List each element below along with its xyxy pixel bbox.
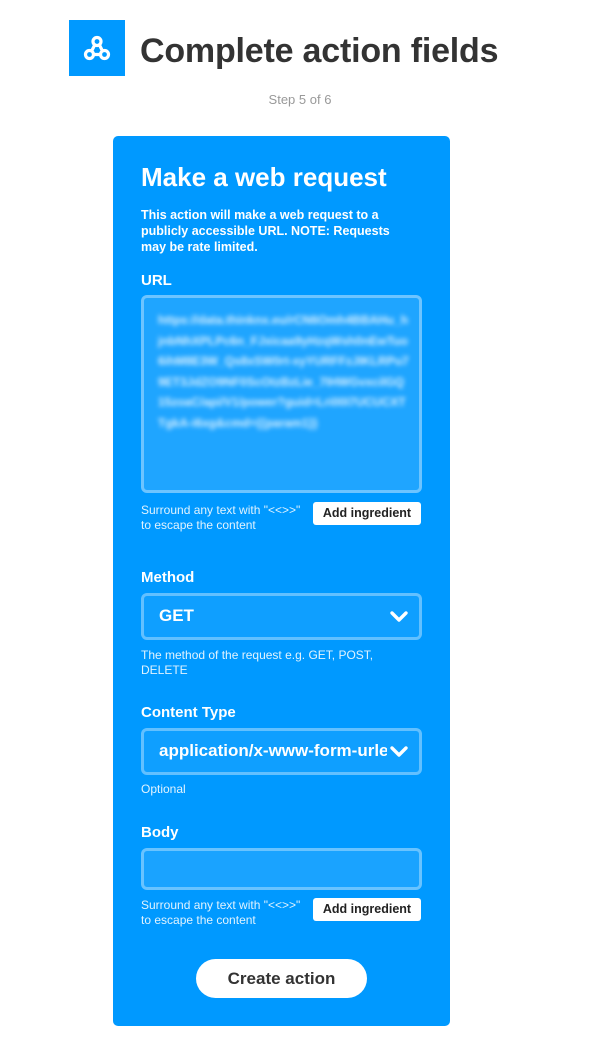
content-type-help-text: Optional xyxy=(141,782,186,796)
method-help-text: The method of the request e.g. GET, POST… xyxy=(141,648,374,677)
step-indicator: Step 5 of 6 xyxy=(268,92,332,107)
create-action-button[interactable]: Create action xyxy=(196,959,367,998)
body-label: Body xyxy=(141,824,179,841)
url-label: URL xyxy=(141,272,172,289)
url-value: https://data.thinknx.eu/rCN6Omh4BBAHu_hj… xyxy=(158,313,409,430)
url-add-ingredient-button[interactable]: Add ingredient xyxy=(313,502,421,525)
content-type-select[interactable]: application/x-www-form-urlencoded xyxy=(141,728,422,775)
page-title: Complete action fields xyxy=(140,32,499,70)
action-card: Make a web request This action will make… xyxy=(113,136,450,1026)
chevron-down-icon xyxy=(390,611,408,622)
body-help-text: Surround any text with "<<>>" to escape … xyxy=(141,898,301,927)
method-selected-value: GET xyxy=(159,606,194,625)
body-input[interactable] xyxy=(141,848,422,890)
action-title: Make a web request xyxy=(141,162,387,192)
content-type-selected-value: application/x-www-form-urlencoded xyxy=(159,741,387,760)
url-help-text: Surround any text with "<<>>" to escape … xyxy=(141,503,301,532)
chevron-down-icon xyxy=(390,746,408,757)
page-header: Complete action fields xyxy=(69,20,539,78)
webhooks-icon xyxy=(69,20,125,76)
body-add-ingredient-button[interactable]: Add ingredient xyxy=(313,898,421,921)
method-select[interactable]: GET xyxy=(141,593,422,640)
action-description: This action will make a web request to a… xyxy=(141,208,390,254)
method-label: Method xyxy=(141,569,195,586)
url-field[interactable]: https://data.thinknx.eu/rCN6Omh4BBAHu_hj… xyxy=(141,295,422,493)
content-type-label: Content Type xyxy=(141,704,236,721)
